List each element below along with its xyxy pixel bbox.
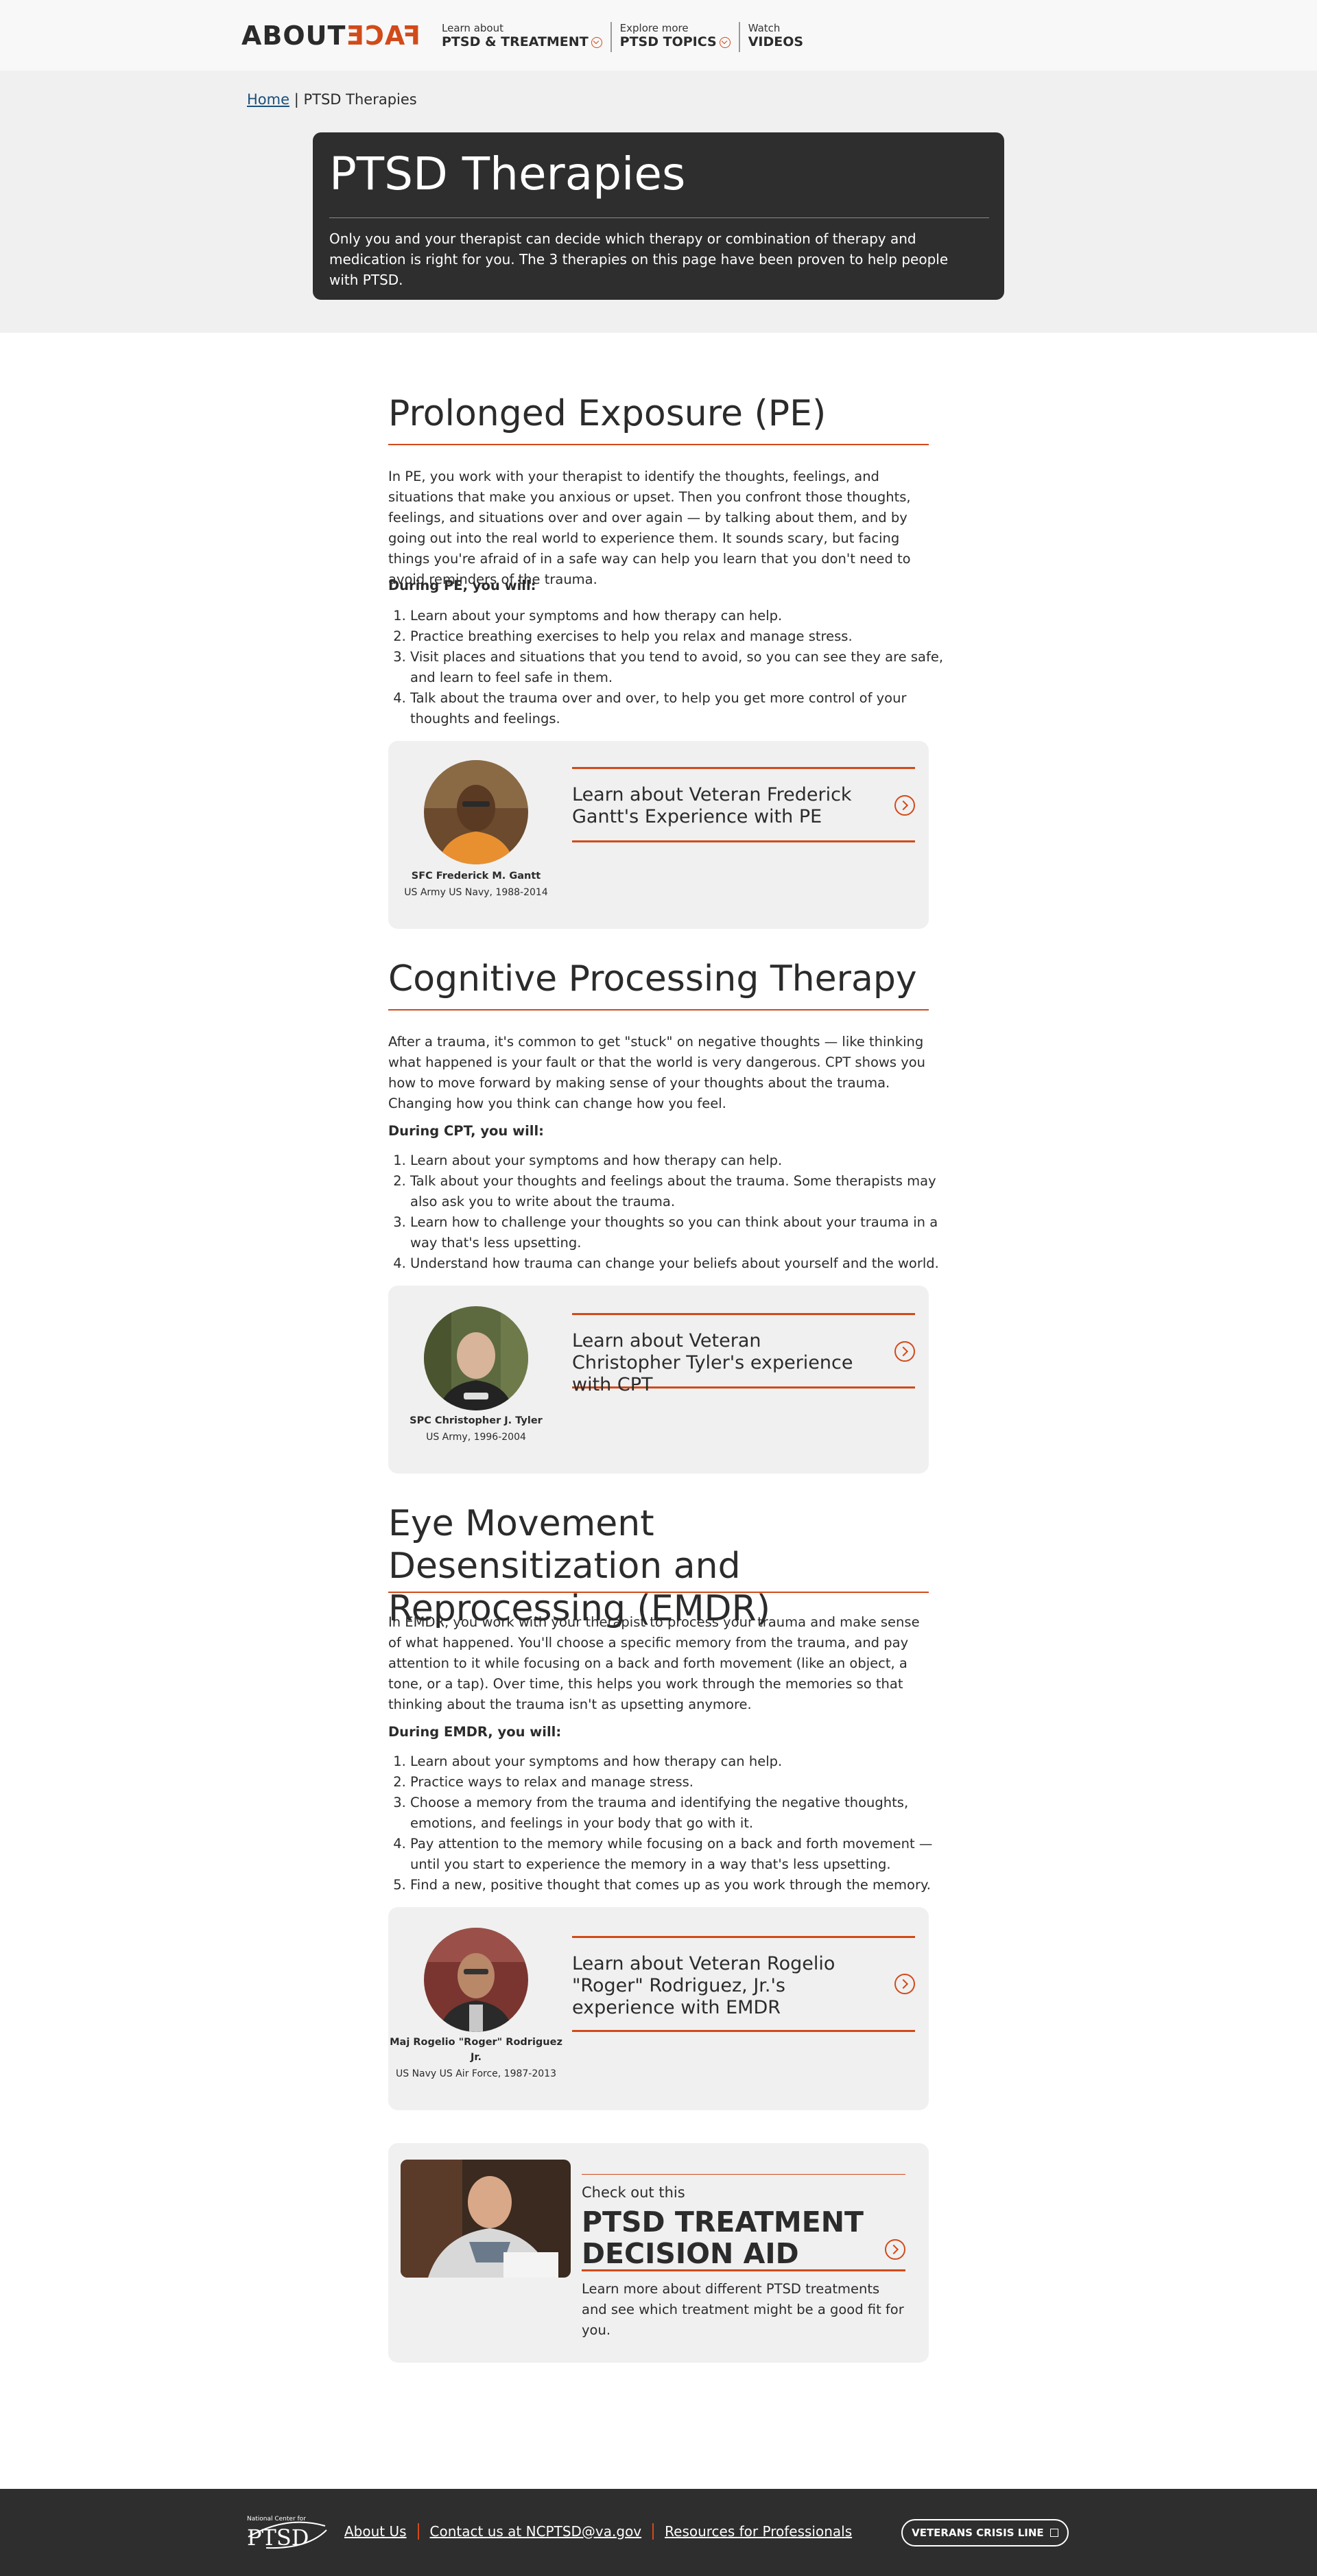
logo-small-text: National Center for <box>247 2516 306 2522</box>
footer-link-about[interactable]: About Us <box>344 2523 418 2540</box>
nav-videos[interactable]: Watch VIDEOS <box>738 22 811 52</box>
list-item: Practice breathing exercises to help you… <box>410 626 951 647</box>
breadcrumb-separator: | <box>294 91 299 108</box>
arrow-right-icon <box>894 1974 915 1994</box>
arrow-right-icon <box>885 2239 905 2260</box>
section-intro-cpt: After a trauma, it's common to get "stuc… <box>388 1034 926 1111</box>
decision-aid-card[interactable]: Check out this PTSD TREATMENT DECISION A… <box>388 2143 929 2363</box>
divider <box>329 217 989 218</box>
section-title-pe: Prolonged Exposure (PE) <box>388 393 827 434</box>
veteran-link-text: Learn about Veteran Christopher Tyler's … <box>572 1330 853 1395</box>
site-header: ABOUTFACE Learn about PTSD & TREATMENT E… <box>0 0 1317 71</box>
steps-list-pe: Learn about your symptoms and how therap… <box>388 606 951 729</box>
nav-kicker: Explore more <box>619 22 689 34</box>
list-item: Visit places and situations that you ten… <box>410 647 951 688</box>
list-item: Talk about your thoughts and feelings ab… <box>410 1171 951 1212</box>
section-title-emdr: Eye Movement Desensitization and Reproce… <box>388 1503 771 1629</box>
ptsd-logo[interactable]: National Center for PTSD <box>246 2512 329 2553</box>
footer-link-contact[interactable]: Contact us at NCPTSD@va.gov <box>417 2523 653 2540</box>
external-link-icon <box>1049 2529 1058 2537</box>
hero-box: PTSD Therapies Only you and your therapi… <box>313 132 1004 300</box>
avatar <box>424 1928 528 2032</box>
decision-aid-title: PTSD TREATMENT DECISION AID <box>582 2206 864 2270</box>
veterans-crisis-line-button[interactable]: VETERANS CRISIS LINE <box>901 2519 1069 2547</box>
page-title: PTSD Therapies <box>329 147 686 200</box>
arrow-right-icon <box>894 795 915 816</box>
hero-intro-text: Only you and your therapist can decide w… <box>329 231 949 288</box>
avatar <box>424 1306 528 1410</box>
list-item: Learn about your symptoms and how therap… <box>410 1751 951 1772</box>
veteran-card-cpt: SPC Christopher J. Tyler US Army, 1996-2… <box>388 1286 929 1474</box>
aboutface-logo[interactable]: ABOUTFACE <box>241 21 420 51</box>
main-nav: Learn about PTSD & TREATMENT Explore mor… <box>436 22 811 52</box>
veteran-card-emdr: Maj Rogelio "Roger" Rodriguez Jr. US Nav… <box>388 1907 929 2110</box>
nav-kicker: Watch <box>748 22 781 34</box>
nav-ptsd-treatment[interactable]: Learn about PTSD & TREATMENT <box>436 22 610 52</box>
veteran-service: US Army, 1996-2004 <box>426 1432 526 1443</box>
veteran-name: Maj Rogelio "Roger" Rodriguez Jr. <box>390 2037 562 2063</box>
nav-label: PTSD TOPICS <box>619 34 717 49</box>
hero-section: Home | PTSD Therapies PTSD Therapies Onl… <box>0 71 1317 333</box>
decision-aid-photo <box>401 2160 571 2278</box>
veteran-name: SPC Christopher J. Tyler <box>410 1415 543 1426</box>
list-item: Find a new, positive thought that comes … <box>410 1875 951 1895</box>
list-item: Learn how to challenge your thoughts so … <box>410 1212 951 1253</box>
list-item: Understand how trauma can change your be… <box>410 1253 951 1274</box>
breadcrumb-current: PTSD Therapies <box>303 91 417 108</box>
breadcrumb: Home | PTSD Therapies <box>247 91 417 108</box>
breadcrumb-home-link[interactable]: Home <box>247 91 289 108</box>
steps-label-pe: During PE, you will: <box>388 578 536 593</box>
logo-face-text: FACE <box>346 21 421 51</box>
steps-label-emdr: During EMDR, you will: <box>388 1724 562 1740</box>
list-item: Practice ways to relax and manage stress… <box>410 1772 951 1793</box>
veteran-link-text: Learn about Veteran Rogelio "Roger" Rodr… <box>572 1953 835 2018</box>
veteran-link-text: Learn about Veteran Frederick Gantt's Ex… <box>572 784 852 827</box>
logo-big-text: PTSD <box>247 2525 309 2551</box>
nav-kicker: Learn about <box>442 22 503 34</box>
list-item: Learn about your symptoms and how therap… <box>410 1150 951 1171</box>
veteran-story-link[interactable]: Learn about Veteran Frederick Gantt's Ex… <box>572 767 915 842</box>
divider <box>388 444 929 445</box>
divider <box>388 1009 929 1011</box>
section-intro-emdr: In EMDR, you work with your therapist to… <box>388 1614 920 1712</box>
decision-aid-kicker: Check out this <box>582 2184 685 2201</box>
list-item: Talk about the trauma over and over, to … <box>410 688 951 729</box>
veteran-story-link[interactable]: Learn about Veteran Rogelio "Roger" Rodr… <box>572 1936 915 2032</box>
steps-list-cpt: Learn about your symptoms and how therap… <box>388 1150 951 1274</box>
veteran-story-link[interactable]: Learn about Veteran Christopher Tyler's … <box>572 1313 915 1395</box>
avatar <box>424 760 528 864</box>
nav-label: VIDEOS <box>748 34 804 49</box>
list-item: Choose a memory from the trauma and iden… <box>410 1793 951 1834</box>
list-item: Learn about your symptoms and how therap… <box>410 606 951 626</box>
logo-about-text: ABOUT <box>241 21 346 51</box>
steps-list-emdr: Learn about your symptoms and how therap… <box>388 1751 951 1895</box>
footer-links: About Us Contact us at NCPTSD@va.gov Res… <box>344 2523 863 2540</box>
divider <box>582 2269 905 2271</box>
decision-aid-text: Learn more about different PTSD treatmen… <box>582 2281 904 2338</box>
chevron-down-icon <box>591 36 602 48</box>
site-footer: National Center for PTSD About Us Contac… <box>0 2489 1317 2576</box>
nav-label: PTSD & TREATMENT <box>442 34 589 49</box>
list-item: Pay attention to the memory while focusi… <box>410 1834 951 1875</box>
veteran-name: SFC Frederick M. Gantt <box>411 871 541 882</box>
chevron-down-icon <box>719 36 731 48</box>
divider <box>388 1592 929 1593</box>
divider <box>582 2174 905 2175</box>
veteran-card-pe: SFC Frederick M. Gantt US Army US Navy, … <box>388 741 929 929</box>
nav-ptsd-topics[interactable]: Explore more PTSD TOPICS <box>610 22 739 52</box>
veteran-service: US Army US Navy, 1988-2014 <box>404 887 548 898</box>
steps-label-cpt: During CPT, you will: <box>388 1123 544 1139</box>
arrow-right-icon <box>894 1341 915 1362</box>
footer-link-resources[interactable]: Resources for Professionals <box>652 2523 863 2540</box>
veteran-service: US Navy US Air Force, 1987-2013 <box>395 2068 556 2079</box>
section-title-cpt: Cognitive Processing Therapy <box>388 958 917 1000</box>
section-intro-pe: In PE, you work with your therapist to i… <box>388 469 911 587</box>
crisis-button-label: VETERANS CRISIS LINE <box>912 2527 1044 2539</box>
